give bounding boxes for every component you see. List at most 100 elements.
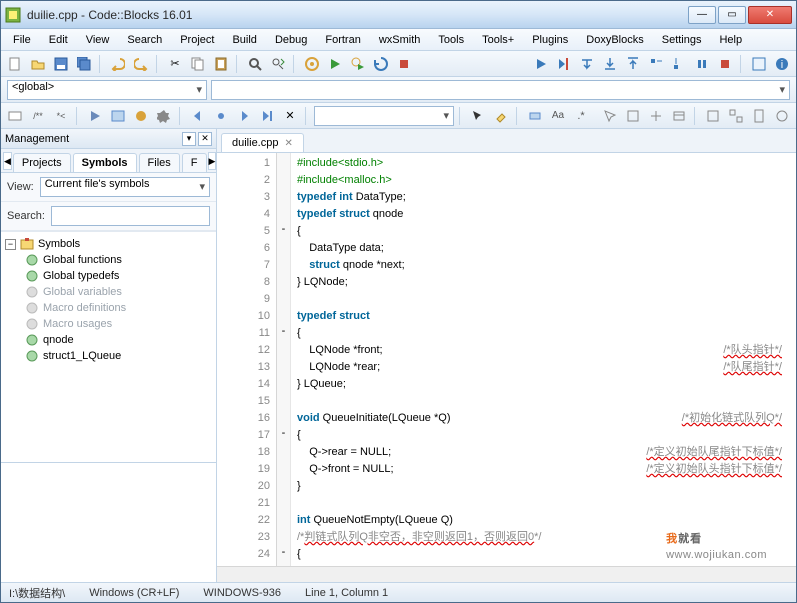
tab-close-icon[interactable]: ✕	[284, 138, 292, 149]
search-input[interactable]	[51, 206, 210, 226]
doxy-comment-icon[interactable]	[5, 106, 25, 126]
mgmt-tab-projects[interactable]: Projects	[13, 153, 71, 172]
highlight-icon[interactable]	[491, 106, 511, 126]
tree-item[interactable]: Global typedefs	[3, 268, 214, 284]
step-out-icon[interactable]	[623, 54, 643, 74]
symbols-tree[interactable]: − Symbols Global functionsGlobal typedef…	[1, 231, 216, 462]
next-line-icon[interactable]	[577, 54, 597, 74]
menu-debug[interactable]: Debug	[267, 32, 315, 48]
step-into-icon[interactable]	[600, 54, 620, 74]
fold-toggle-icon[interactable]: -	[282, 223, 286, 235]
menu-wxsmith[interactable]: wxSmith	[371, 32, 429, 48]
jump-clear-icon[interactable]: ✕	[280, 106, 300, 126]
abort-icon[interactable]	[394, 54, 414, 74]
break-debugger-icon[interactable]	[692, 54, 712, 74]
tab-nav-right-icon[interactable]: ▶	[208, 152, 217, 170]
run-to-cursor-icon[interactable]	[554, 54, 574, 74]
code-editor[interactable]: 1234567891011121314151617181920212223242…	[217, 153, 796, 566]
menu-search[interactable]: Search	[119, 32, 170, 48]
match-case-icon[interactable]: Aa	[548, 106, 568, 126]
menu-project[interactable]: Project	[172, 32, 222, 48]
fold-toggle-icon[interactable]: -	[282, 427, 286, 439]
tree-item[interactable]: qnode	[3, 332, 214, 348]
ext-icon-3[interactable]	[646, 106, 666, 126]
regex-icon[interactable]: .*	[571, 106, 591, 126]
open-file-icon[interactable]	[28, 54, 48, 74]
copy-icon[interactable]	[188, 54, 208, 74]
jump-pin-icon[interactable]	[211, 106, 231, 126]
next-instr-icon[interactable]	[646, 54, 666, 74]
menu-file[interactable]: File	[5, 32, 39, 48]
minimize-button[interactable]: —	[688, 6, 716, 24]
doxy-config-icon[interactable]	[154, 106, 174, 126]
cut-icon[interactable]: ✂	[165, 54, 185, 74]
editor-tab[interactable]: duilie.cpp ✕	[221, 133, 304, 152]
fold-toggle-icon[interactable]: -	[282, 546, 286, 558]
build-run-icon[interactable]	[348, 54, 368, 74]
panel-float-icon[interactable]: ▾	[182, 132, 196, 146]
menu-edit[interactable]: Edit	[41, 32, 76, 48]
ext-icon-7[interactable]	[749, 106, 769, 126]
doxy-block-icon[interactable]: /**	[28, 106, 48, 126]
menu-tools+[interactable]: Tools+	[474, 32, 522, 48]
menu-plugins[interactable]: Plugins	[524, 32, 576, 48]
horizontal-scrollbar[interactable]	[217, 566, 796, 582]
menu-build[interactable]: Build	[224, 32, 264, 48]
paste-icon[interactable]	[211, 54, 231, 74]
debug-continue-icon[interactable]	[531, 54, 551, 74]
ext-icon-1[interactable]	[600, 106, 620, 126]
redo-icon[interactable]	[131, 54, 151, 74]
rebuild-icon[interactable]	[371, 54, 391, 74]
jump-back-icon[interactable]	[188, 106, 208, 126]
save-all-icon[interactable]	[74, 54, 94, 74]
ext-icon-5[interactable]	[703, 106, 723, 126]
ext-icon-2[interactable]	[623, 106, 643, 126]
save-icon[interactable]	[51, 54, 71, 74]
close-button[interactable]: ✕	[748, 6, 792, 24]
symbol-select[interactable]	[211, 80, 790, 100]
tree-item[interactable]: Global functions	[3, 252, 214, 268]
stop-debugger-icon[interactable]	[715, 54, 735, 74]
doxy-chm-icon[interactable]	[131, 106, 151, 126]
mgmt-tab-f[interactable]: F	[182, 153, 207, 172]
tree-item[interactable]: Macro usages	[3, 316, 214, 332]
selection-only-icon[interactable]	[525, 106, 545, 126]
tab-nav-left-icon[interactable]: ◀	[3, 152, 12, 170]
menu-settings[interactable]: Settings	[654, 32, 710, 48]
jump-fwd-icon[interactable]	[234, 106, 254, 126]
run-doxy-icon[interactable]	[85, 106, 105, 126]
ext-icon-6[interactable]	[726, 106, 746, 126]
scope-select[interactable]: <global>	[7, 80, 207, 100]
mgmt-tab-files[interactable]: Files	[139, 153, 180, 172]
step-into-instr-icon[interactable]	[669, 54, 689, 74]
doxy-line-icon[interactable]: *<	[51, 106, 71, 126]
mgmt-tab-symbols[interactable]: Symbols	[73, 153, 137, 172]
panel-close-icon[interactable]: ✕	[198, 132, 212, 146]
debugging-windows-icon[interactable]	[749, 54, 769, 74]
build-icon[interactable]	[302, 54, 322, 74]
find-icon[interactable]	[245, 54, 265, 74]
search-combo[interactable]	[314, 106, 454, 126]
menu-fortran[interactable]: Fortran	[317, 32, 368, 48]
run-icon[interactable]	[325, 54, 345, 74]
various-info-icon[interactable]: i	[772, 54, 792, 74]
code-lines[interactable]: #include<stdio.h>#include<malloc.h>typed…	[291, 153, 796, 566]
doxy-html-icon[interactable]	[108, 106, 128, 126]
view-select[interactable]: Current file's symbols	[40, 177, 210, 197]
tree-item[interactable]: Macro definitions	[3, 300, 214, 316]
ext-icon-4[interactable]	[669, 106, 689, 126]
fold-toggle-icon[interactable]: -	[282, 325, 286, 337]
collapse-icon[interactable]: −	[5, 239, 16, 250]
new-file-icon[interactable]	[5, 54, 25, 74]
undo-icon[interactable]	[108, 54, 128, 74]
menu-doxyblocks[interactable]: DoxyBlocks	[578, 32, 651, 48]
ext-icon-8[interactable]	[772, 106, 792, 126]
tree-item[interactable]: Global variables	[3, 284, 214, 300]
tree-item[interactable]: struct1_LQueue	[3, 348, 214, 364]
menu-view[interactable]: View	[78, 32, 118, 48]
tree-root[interactable]: − Symbols	[3, 236, 214, 252]
jump-last-icon[interactable]	[257, 106, 277, 126]
replace-icon[interactable]	[268, 54, 288, 74]
maximize-button[interactable]: ▭	[718, 6, 746, 24]
menu-help[interactable]: Help	[711, 32, 750, 48]
